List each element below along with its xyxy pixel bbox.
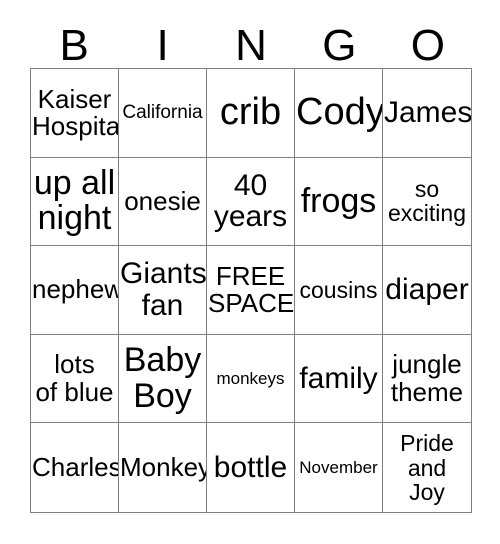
bingo-cell-n4[interactable]: monkeys: [207, 334, 295, 424]
bingo-cell-o2[interactable]: so exciting: [383, 157, 471, 247]
bingo-cell-label: so exciting: [388, 176, 466, 227]
bingo-cell-label: up all night: [33, 163, 116, 238]
bingo-cell-label: family: [299, 361, 378, 395]
bingo-cell-b4[interactable]: lots of blue: [31, 334, 119, 424]
bingo-cell-label: bottle: [213, 450, 288, 484]
bingo-cell-label: monkeys: [216, 368, 285, 388]
bingo-cell-n2[interactable]: 40 years: [207, 157, 295, 247]
bingo-cell-i1[interactable]: California: [119, 69, 207, 158]
bingo-cell-n5[interactable]: bottle: [207, 423, 295, 512]
bingo-cell-label: November: [299, 457, 378, 477]
bingo-cell-label: 40 years: [213, 168, 288, 234]
bingo-cell-b1[interactable]: Kaiser Hospital: [31, 69, 119, 158]
bingo-cell-label: diaper: [385, 273, 469, 307]
bingo-cell-o4[interactable]: jungle theme: [383, 334, 471, 424]
bingo-cell-g3[interactable]: cousins: [295, 246, 383, 335]
bingo-cell-label: Pride and Joy: [400, 430, 454, 505]
bingo-cell-label: FREE SPACE: [208, 260, 295, 318]
bingo-cell-i4[interactable]: Baby Boy: [119, 334, 207, 424]
bingo-cell-label: crib: [219, 90, 282, 133]
bingo-cell-label: nephew: [32, 274, 119, 305]
bingo-cell-g1[interactable]: Cody: [295, 69, 383, 158]
bingo-cell-label: Baby Boy: [123, 340, 202, 415]
bingo-cell-label: lots of blue: [35, 349, 114, 407]
bingo-header-row: B I N G O: [30, 14, 472, 68]
bingo-cell-o5[interactable]: Pride and Joy: [383, 423, 471, 512]
bingo-cell-label: jungle theme: [390, 349, 464, 407]
bingo-cell-i5[interactable]: Monkey: [119, 423, 207, 512]
bingo-cell-b3[interactable]: nephew: [31, 246, 119, 335]
bingo-cell-label: Giants fan: [120, 257, 207, 322]
bingo-cell-label: James: [384, 96, 471, 130]
bingo-cell-label: onesie: [124, 185, 201, 216]
bingo-cell-label: Charles: [32, 452, 119, 483]
header-letter-b: B: [59, 21, 89, 70]
bingo-cell-b2[interactable]: up all night: [31, 157, 119, 247]
header-letter-o: O: [410, 21, 445, 70]
bingo-cell-label: California: [122, 101, 203, 123]
header-letter-i: I: [156, 21, 169, 70]
bingo-cell-g2[interactable]: frogs: [295, 157, 383, 247]
bingo-cell-label: Kaiser Hospital: [32, 83, 119, 141]
bingo-cell-g4[interactable]: family: [295, 334, 383, 424]
bingo-cell-label: Cody: [296, 90, 383, 133]
bingo-cell-n1[interactable]: crib: [207, 69, 295, 158]
bingo-cell-free-space[interactable]: FREE SPACE: [207, 246, 295, 335]
header-letter-n: N: [235, 21, 267, 70]
bingo-card: B I N G O Kaiser Hospital California cri…: [0, 0, 500, 544]
bingo-cell-b5[interactable]: Charles: [31, 423, 119, 512]
bingo-cell-g5[interactable]: November: [295, 423, 383, 512]
bingo-cell-o1[interactable]: James: [383, 69, 471, 158]
bingo-cell-i3[interactable]: Giants fan: [119, 246, 207, 335]
bingo-cell-label: Monkey: [120, 452, 207, 483]
bingo-cell-label: frogs: [300, 181, 377, 220]
bingo-cell-i2[interactable]: onesie: [119, 157, 207, 247]
bingo-cell-label: cousins: [299, 276, 378, 303]
bingo-cell-o3[interactable]: diaper: [383, 246, 471, 335]
header-letter-g: G: [322, 21, 357, 70]
bingo-grid: Kaiser Hospital California crib Cody Jam…: [30, 68, 472, 513]
